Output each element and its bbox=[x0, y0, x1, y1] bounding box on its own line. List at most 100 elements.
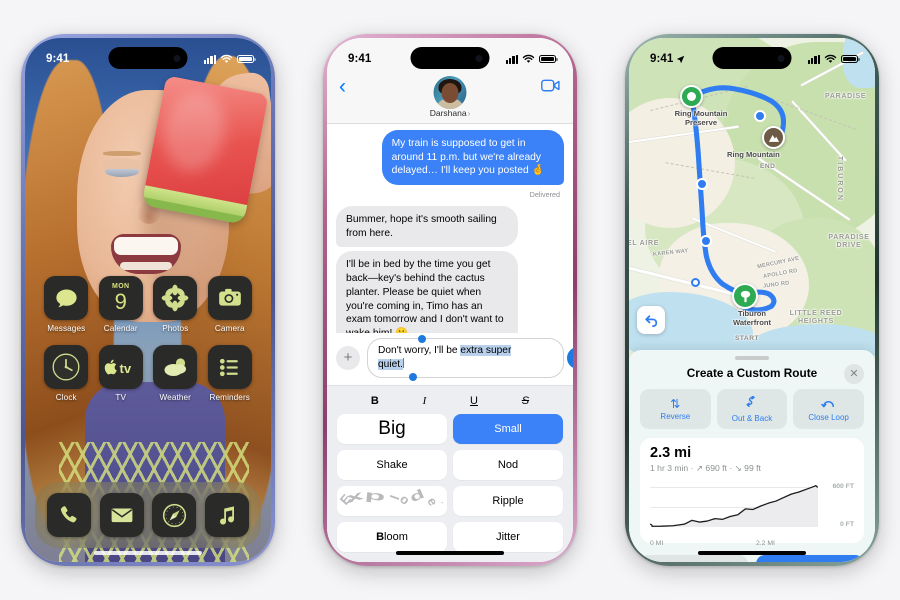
send-arrow-up-icon[interactable]: ↑ bbox=[567, 346, 573, 369]
style-italic-button[interactable]: I bbox=[423, 395, 427, 407]
dock-icon-safari[interactable] bbox=[152, 493, 197, 537]
route-distance: 2.3 mi bbox=[650, 445, 692, 461]
action-reverse[interactable]: ⇅ Reverse bbox=[640, 389, 711, 429]
status-time: 9:41 bbox=[46, 53, 70, 65]
plus-icon[interactable]: + bbox=[336, 345, 360, 370]
route-start-pin[interactable] bbox=[680, 85, 703, 108]
map-label-little-reed-heights: LITTLE REED HEIGHTS bbox=[789, 310, 843, 326]
mail-icon bbox=[111, 508, 133, 523]
cellular-bars-icon bbox=[505, 54, 518, 64]
loop-arrow-icon bbox=[821, 397, 836, 411]
effect-button-explode[interactable]: E x p l o d e · bbox=[337, 486, 447, 516]
dock-icon-phone[interactable] bbox=[47, 493, 92, 537]
app-icon-clock[interactable]: Clock bbox=[39, 345, 94, 402]
effect-button-small[interactable]: Small bbox=[453, 414, 563, 444]
battery-icon bbox=[841, 54, 860, 64]
style-underline-button[interactable]: U bbox=[470, 395, 478, 407]
back-chevron-icon[interactable]: ‹ bbox=[339, 76, 346, 97]
route-waypoint[interactable] bbox=[696, 178, 708, 190]
message-bubble-outgoing[interactable]: My train is supposed to get in around 11… bbox=[381, 130, 564, 186]
svg-text:tv: tv bbox=[119, 361, 131, 376]
message-composer: + Don't worry, I'll be extra super quiet… bbox=[327, 332, 573, 385]
message-input[interactable]: Don't worry, I'll be extra super quiet. … bbox=[367, 334, 573, 381]
sheet-grabber[interactable] bbox=[735, 356, 769, 360]
effect-button-ripple[interactable]: Ripple bbox=[453, 486, 563, 516]
message-text: I'll be in bed by the time you get back—… bbox=[346, 259, 504, 332]
app-icon-camera[interactable]: Camera bbox=[203, 276, 258, 333]
message-text: My train is supposed to get in around 11… bbox=[391, 138, 545, 177]
route-waypoint[interactable] bbox=[754, 110, 766, 122]
route-meta: 1 hr 3 min · ↗ 690 ft · ↘ 99 ft bbox=[650, 462, 761, 473]
action-close-loop[interactable]: Close Loop bbox=[793, 389, 864, 429]
route-current-pin[interactable] bbox=[732, 283, 758, 309]
phone-screen: 9:41 Messages MON 9 Calendar Photos Came… bbox=[25, 38, 271, 562]
map-label-start: START bbox=[735, 335, 759, 342]
wifi-icon bbox=[220, 54, 233, 63]
location-arrow-icon bbox=[677, 55, 685, 63]
route-end-pin[interactable] bbox=[762, 126, 785, 149]
camera-icon bbox=[218, 288, 241, 306]
style-bold-button[interactable]: B bbox=[371, 395, 379, 407]
map-label-end: END bbox=[760, 163, 776, 170]
avatar[interactable] bbox=[433, 76, 467, 109]
home-indicator bbox=[94, 550, 202, 555]
phone-home-screen: 9:41 Messages MON 9 Calendar Photos Came… bbox=[21, 34, 275, 566]
status-time: 9:41 bbox=[348, 53, 372, 65]
contact-name-label: Darshana bbox=[429, 108, 467, 118]
effect-button-nod[interactable]: Nod bbox=[453, 450, 563, 480]
action-out-and-back[interactable]: Out & Back bbox=[716, 389, 788, 429]
route-waypoint[interactable] bbox=[691, 278, 700, 287]
map-label-paradise: PARADISE bbox=[825, 93, 867, 100]
app-label: Photos bbox=[162, 324, 189, 333]
dock-icon-music[interactable] bbox=[204, 493, 249, 537]
app-icon-messages[interactable]: Messages bbox=[39, 276, 94, 333]
route-sheet: Create a Custom Route ✕ ⇅ Reverse Out & … bbox=[629, 350, 875, 562]
save-button[interactable]: Save bbox=[640, 554, 748, 562]
effect-button-big[interactable]: Big bbox=[337, 414, 447, 444]
route-summary-card: 2.3 mi 1 hr 3 min · ↗ 690 ft · ↘ 99 ft 6… bbox=[640, 438, 864, 547]
action-label: Close Loop bbox=[808, 412, 849, 422]
reminders-icon bbox=[220, 358, 239, 376]
effect-button-jitter[interactable]: Jitter bbox=[453, 522, 563, 552]
undo-arrow-icon[interactable] bbox=[637, 306, 665, 334]
effect-button-bloom[interactable]: Bloom bbox=[337, 522, 447, 552]
style-strikethrough-button[interactable]: S bbox=[522, 395, 529, 407]
contact-name[interactable]: Darshana› bbox=[430, 108, 471, 118]
message-bubble-incoming[interactable]: I'll be in bed by the time you get back—… bbox=[336, 251, 519, 333]
sheet-buttons: Save Directions bbox=[640, 554, 864, 562]
selection-handle-start[interactable] bbox=[418, 334, 426, 343]
directions-button[interactable]: Directions bbox=[756, 554, 864, 562]
map-label-ring-mountain-preserve: Ring Mountain Preserve bbox=[674, 109, 728, 127]
app-icon-photos[interactable]: Photos bbox=[148, 276, 203, 333]
facetime-video-icon[interactable] bbox=[541, 79, 560, 97]
app-grid: Messages MON 9 Calendar Photos Camera Cl… bbox=[25, 276, 271, 402]
map-label-tiburon: TIBURON bbox=[836, 156, 844, 202]
phone-maps: Ring Mountain Preserve Ring Mountain END … bbox=[625, 34, 879, 566]
cellular-bars-icon bbox=[807, 54, 820, 64]
dock bbox=[35, 482, 261, 548]
effect-label-bloom-first: B bbox=[376, 531, 385, 543]
message-bubble-incoming[interactable]: Bummer, hope it's smooth sailing from he… bbox=[336, 206, 519, 248]
elevation-area-path bbox=[650, 484, 818, 527]
wifi-icon bbox=[522, 54, 535, 63]
route-waypoint[interactable] bbox=[700, 235, 712, 247]
effect-button-shake[interactable]: Shake bbox=[337, 450, 447, 480]
map-label-ring-mountain: Ring Mountain bbox=[727, 150, 780, 159]
home-indicator bbox=[396, 550, 504, 555]
action-label: Reverse bbox=[660, 411, 691, 421]
map-label-paradise-drive: PARADISE DRIVE bbox=[828, 234, 870, 250]
close-x-icon[interactable]: ✕ bbox=[844, 364, 864, 384]
app-icon-calendar[interactable]: MON 9 Calendar bbox=[94, 276, 149, 333]
app-icon-reminders[interactable]: Reminders bbox=[203, 345, 258, 402]
map-canvas[interactable]: Ring Mountain Preserve Ring Mountain END … bbox=[629, 38, 875, 356]
chart-x-tick-min: 0 MI bbox=[650, 539, 664, 547]
clock-icon bbox=[52, 353, 80, 381]
app-icon-tv[interactable]: tv TV bbox=[94, 345, 149, 402]
dynamic-island bbox=[108, 47, 188, 69]
app-icon-weather[interactable]: Weather bbox=[148, 345, 203, 402]
text-effects-panel: B I U S Big Small Shake Nod E x p l o d … bbox=[327, 385, 573, 562]
map-label-el-aire: EL AIRE bbox=[629, 240, 660, 247]
selection-handle-end[interactable] bbox=[409, 373, 417, 381]
composer-text-unselected: Don't worry, I'll be bbox=[378, 344, 461, 356]
dock-icon-mail[interactable] bbox=[99, 493, 144, 537]
